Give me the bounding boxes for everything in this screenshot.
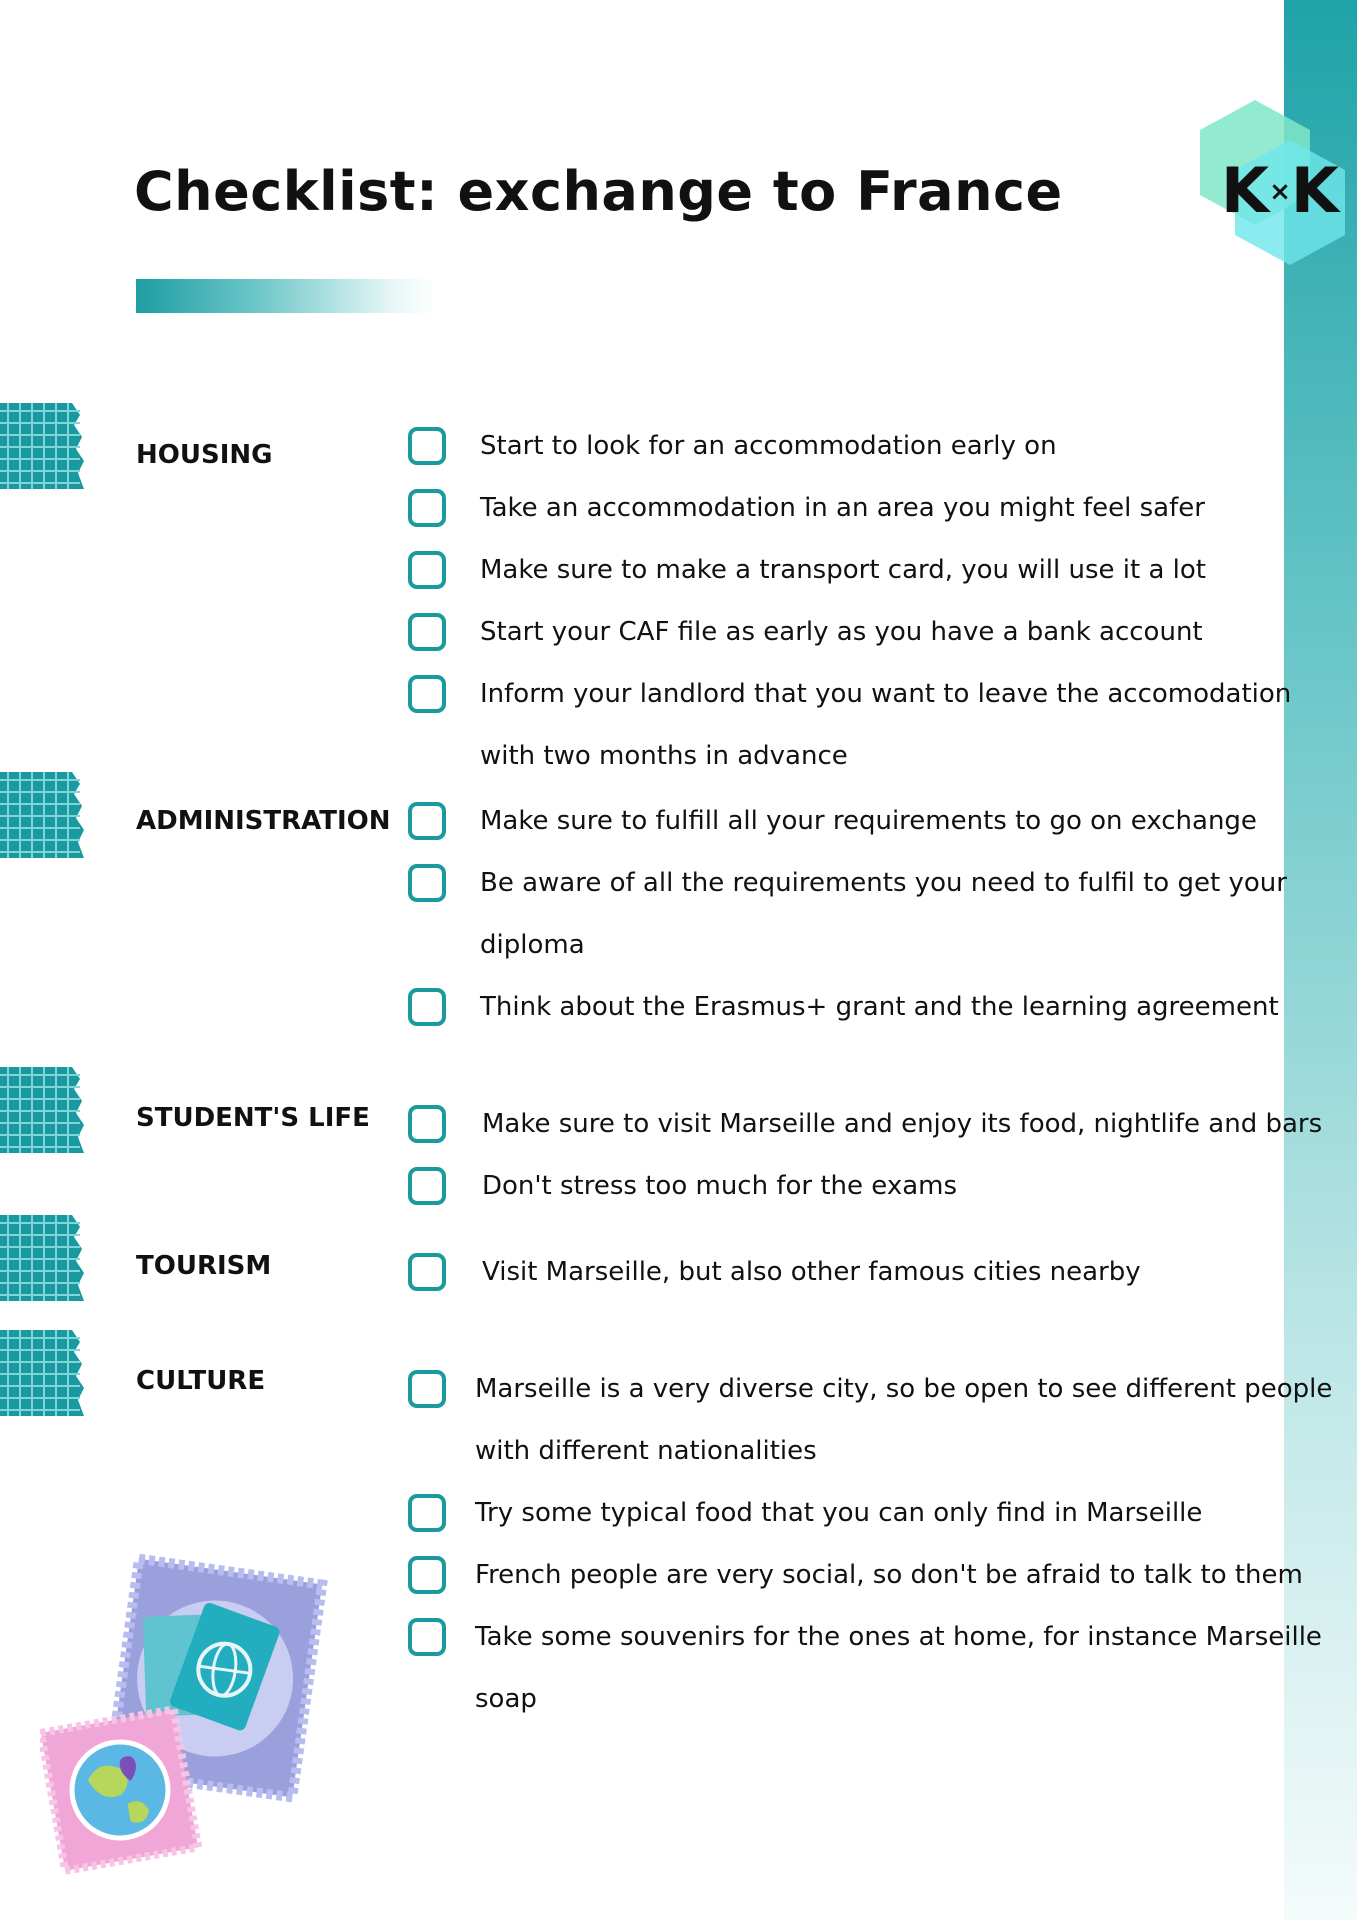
- checkbox[interactable]: [408, 427, 446, 465]
- checklist-item-continuation: diploma: [480, 930, 585, 960]
- checkbox[interactable]: [408, 1167, 446, 1205]
- travel-stamps-illustration: [40, 1553, 328, 1876]
- checklist-item-text: Try some typical food that you can only …: [475, 1498, 1203, 1528]
- checkbox[interactable]: [408, 613, 446, 651]
- checkbox[interactable]: [408, 1105, 446, 1143]
- checklist-item-text: Be aware of all the requirements you nee…: [480, 868, 1287, 898]
- checkbox[interactable]: [408, 1556, 446, 1594]
- checklist-item-text: Think about the Erasmus+ grant and the l…: [480, 992, 1279, 1022]
- section-label: STUDENT'S LIFE: [136, 1103, 370, 1133]
- checklist-item-text: Don't stress too much for the exams: [482, 1171, 958, 1201]
- checklist-item-text: Start to look for an accommodation early…: [480, 431, 1057, 461]
- checkbox[interactable]: [408, 802, 446, 840]
- kk-logo: K×K: [1200, 100, 1345, 265]
- section-tab-icon: [0, 1215, 84, 1301]
- checklist-item-text: Visit Marseille, but also other famous c…: [482, 1257, 1141, 1287]
- section-label: ADMINISTRATION: [136, 806, 391, 836]
- checkbox[interactable]: [408, 1370, 446, 1408]
- checklist-item-text: Start your CAF file as early as you have…: [480, 617, 1203, 647]
- page-title: Checklist: exchange to France: [134, 160, 1063, 223]
- section-tab-icon: [0, 403, 84, 489]
- checklist-item-text: Make sure to make a transport card, you …: [480, 555, 1206, 585]
- checklist-item-continuation: soap: [475, 1684, 537, 1714]
- checkbox[interactable]: [408, 551, 446, 589]
- section-tab-icon: [0, 1067, 84, 1153]
- section-tab-icon: [0, 1330, 84, 1416]
- checkbox[interactable]: [408, 988, 446, 1026]
- title-underline-bar: [136, 279, 436, 313]
- checkbox[interactable]: [408, 675, 446, 713]
- section-label: TOURISM: [136, 1251, 272, 1281]
- checklist-item-text: French people are very social, so don't …: [475, 1560, 1303, 1590]
- checkbox[interactable]: [408, 1253, 446, 1291]
- checklist-item-text: Make sure to fulfill all your requiremen…: [480, 806, 1257, 836]
- checkbox[interactable]: [408, 1494, 446, 1532]
- section-tab-icon: [0, 772, 84, 858]
- checklist-item-text: Take an accommodation in an area you mig…: [480, 493, 1205, 523]
- checklist-item-text: Marseille is a very diverse city, so be …: [475, 1374, 1333, 1404]
- checkbox[interactable]: [408, 1618, 446, 1656]
- checklist-item-text: Inform your landlord that you want to le…: [480, 679, 1292, 709]
- checklist-item-text: Take some souvenirs for the ones at home…: [475, 1622, 1322, 1652]
- section-label: CULTURE: [136, 1366, 266, 1396]
- checkbox[interactable]: [408, 489, 446, 527]
- checklist-item-continuation: with different nationalities: [475, 1436, 817, 1466]
- section-label: HOUSING: [136, 440, 273, 470]
- checkbox[interactable]: [408, 864, 446, 902]
- checklist-item-text: Make sure to visit Marseille and enjoy i…: [482, 1109, 1323, 1139]
- checklist-item-continuation: with two months in advance: [480, 741, 848, 771]
